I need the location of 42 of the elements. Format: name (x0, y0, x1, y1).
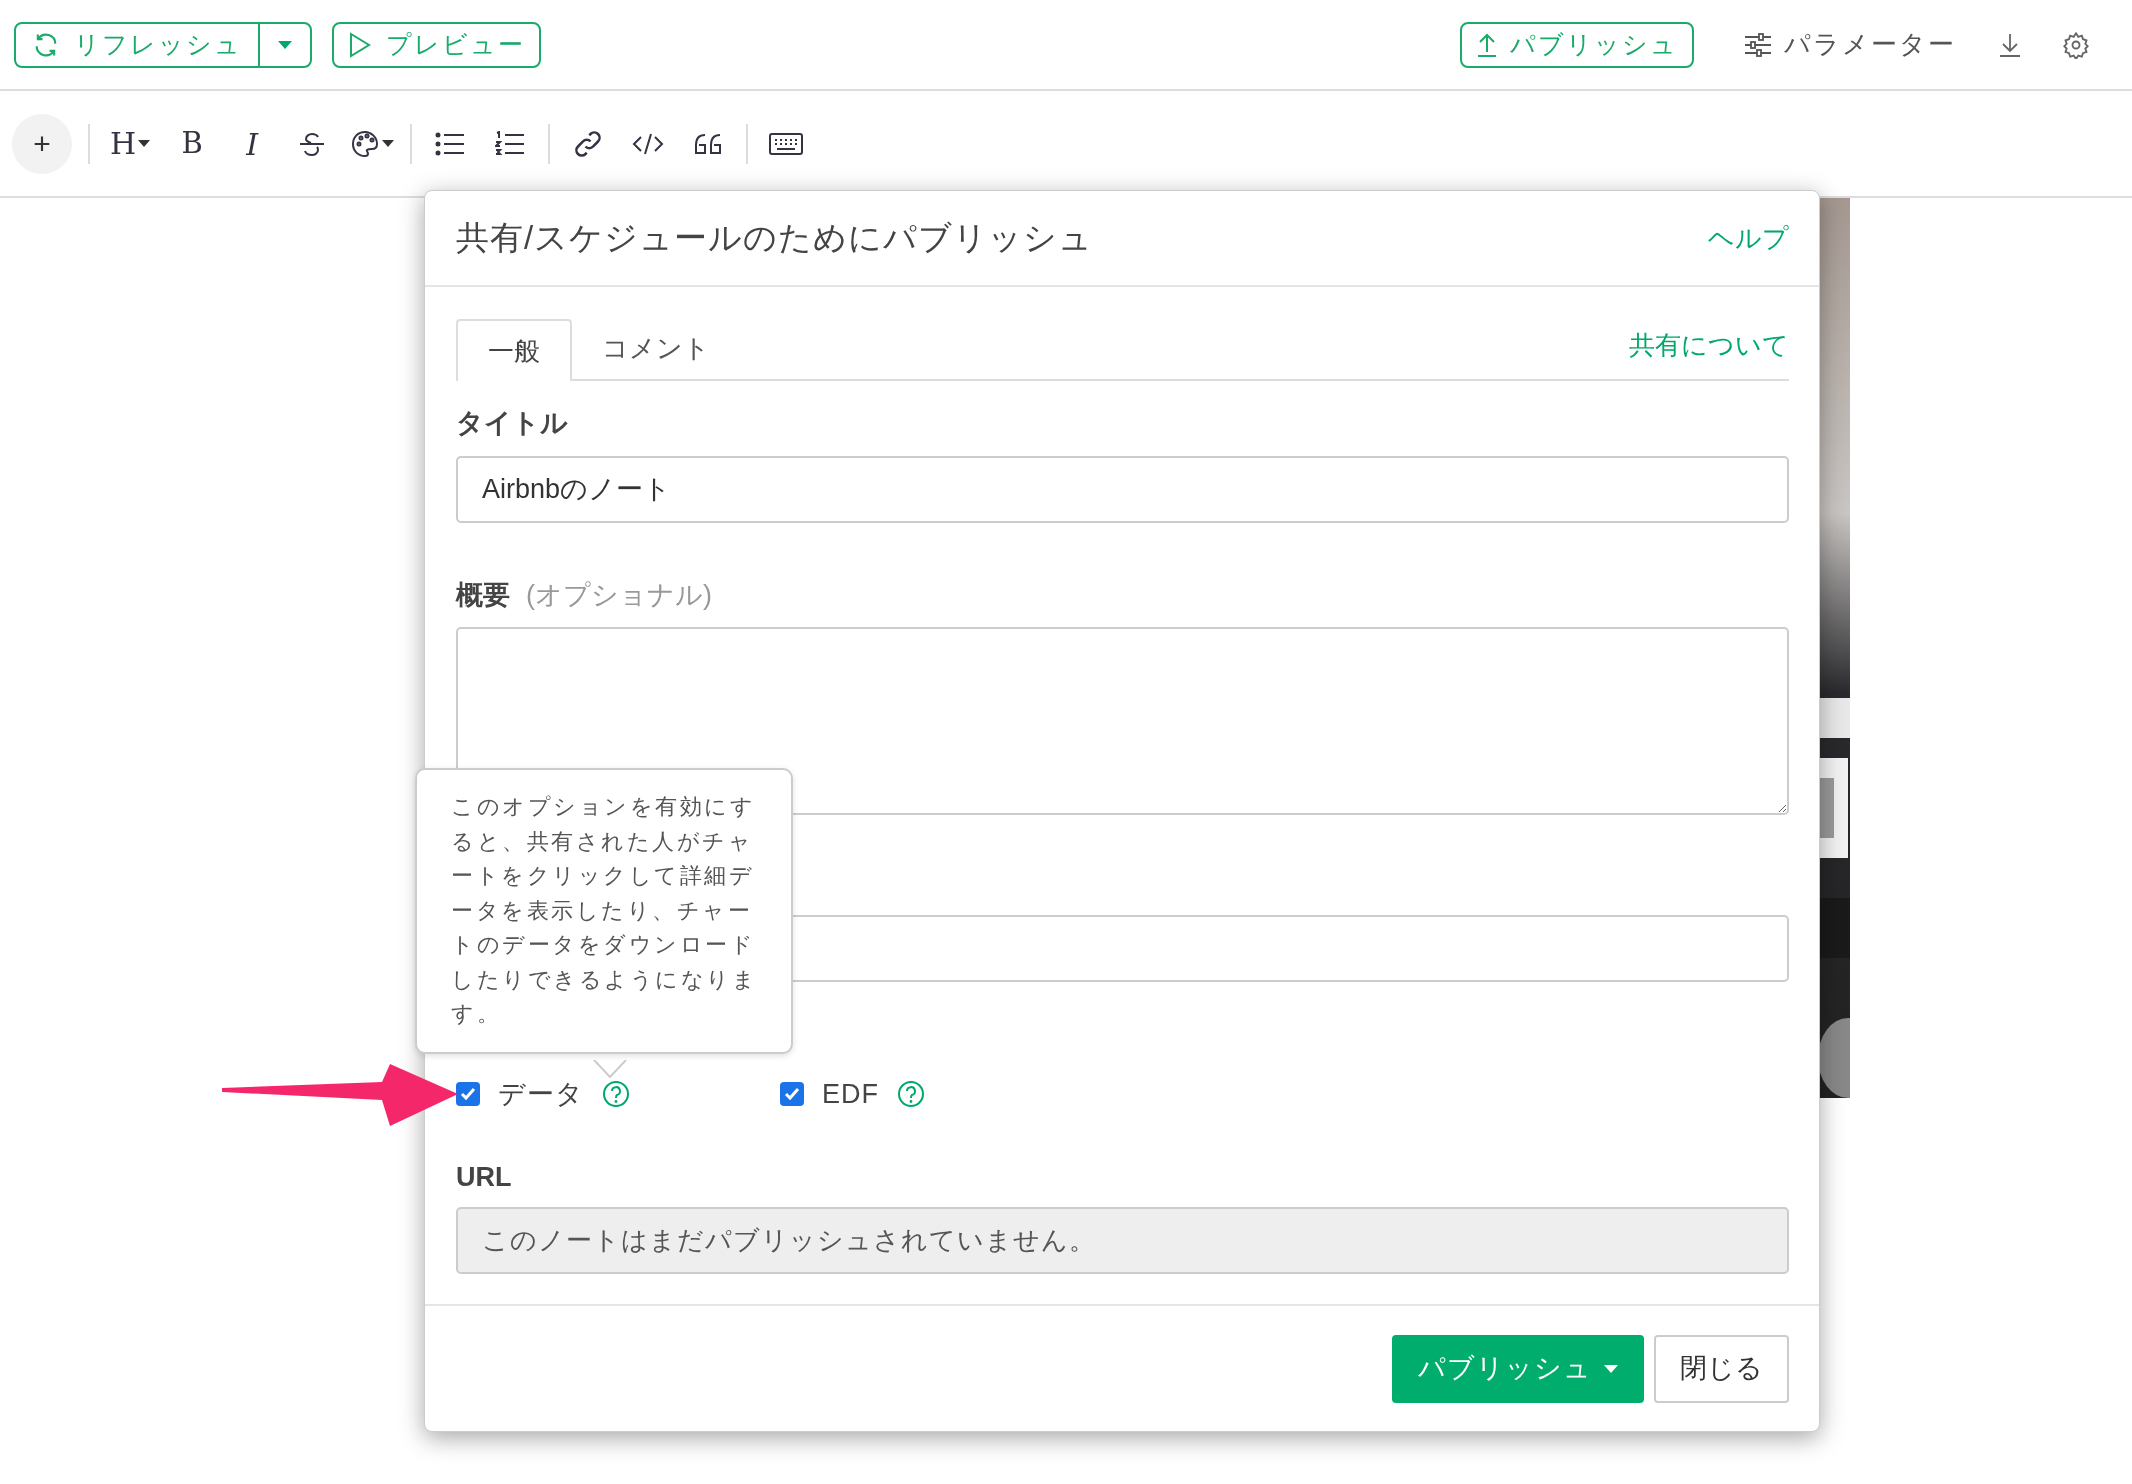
checkbox[interactable] (456, 1082, 480, 1107)
title-field[interactable]: Airbnbのノート (456, 455, 1789, 523)
caret-icon (1604, 1364, 1618, 1373)
bullet-list-icon (435, 131, 466, 156)
upload-icon (1476, 31, 1498, 58)
caret-icon (382, 140, 395, 147)
close-button[interactable]: 閉じる (1654, 1334, 1789, 1403)
download-button[interactable] (1998, 31, 2022, 58)
checkbox-label: データ (498, 1078, 584, 1111)
heading-button[interactable]: H (106, 121, 155, 166)
caret-icon (138, 140, 151, 147)
field-label: 概要 (456, 578, 510, 612)
italic-button[interactable]: I (230, 121, 275, 166)
checkbox-label: EDF (822, 1078, 879, 1111)
bold-button[interactable]: B (170, 121, 215, 166)
dialog-title: 共有/スケジュールのためにパブリッシュ (456, 218, 1094, 259)
parameters-button[interactable]: パラメーター (1744, 25, 1956, 64)
keyboard-icon (769, 132, 804, 155)
field-label: タイトル (456, 407, 569, 440)
tooltip-text: このオプションを有効にすると、共有された人がチャートをクリックして詳細データを表示したり、チャートのデータをダウンロードしたりできるようになります。 (451, 793, 758, 1028)
settings-button[interactable] (2062, 30, 2090, 59)
palette-icon (350, 128, 381, 159)
add-button[interactable]: + (12, 113, 72, 174)
help-icon[interactable] (897, 1080, 925, 1109)
optional-hint: (オプショナル) (526, 578, 712, 612)
checkbox[interactable] (780, 1082, 804, 1107)
sliders-icon (1744, 31, 1772, 58)
play-icon (348, 31, 372, 58)
checkmark-icon (460, 1087, 476, 1102)
field-label: URL (456, 1160, 513, 1194)
caret-icon (278, 40, 292, 49)
link-icon (573, 128, 604, 159)
numbered-list-icon (495, 130, 526, 157)
tab[interactable]: コメント (572, 317, 740, 379)
code-icon (632, 131, 665, 156)
tab[interactable]: 一般 (456, 319, 572, 381)
download-icon (1998, 31, 2022, 58)
help-icon[interactable] (602, 1080, 630, 1109)
settings-icon (2062, 30, 2090, 59)
checkmark-icon (784, 1087, 800, 1102)
url-field: このノートはまだパブリッシュされていません。 (456, 1207, 1789, 1274)
tooltip-pointer (593, 1060, 627, 1078)
